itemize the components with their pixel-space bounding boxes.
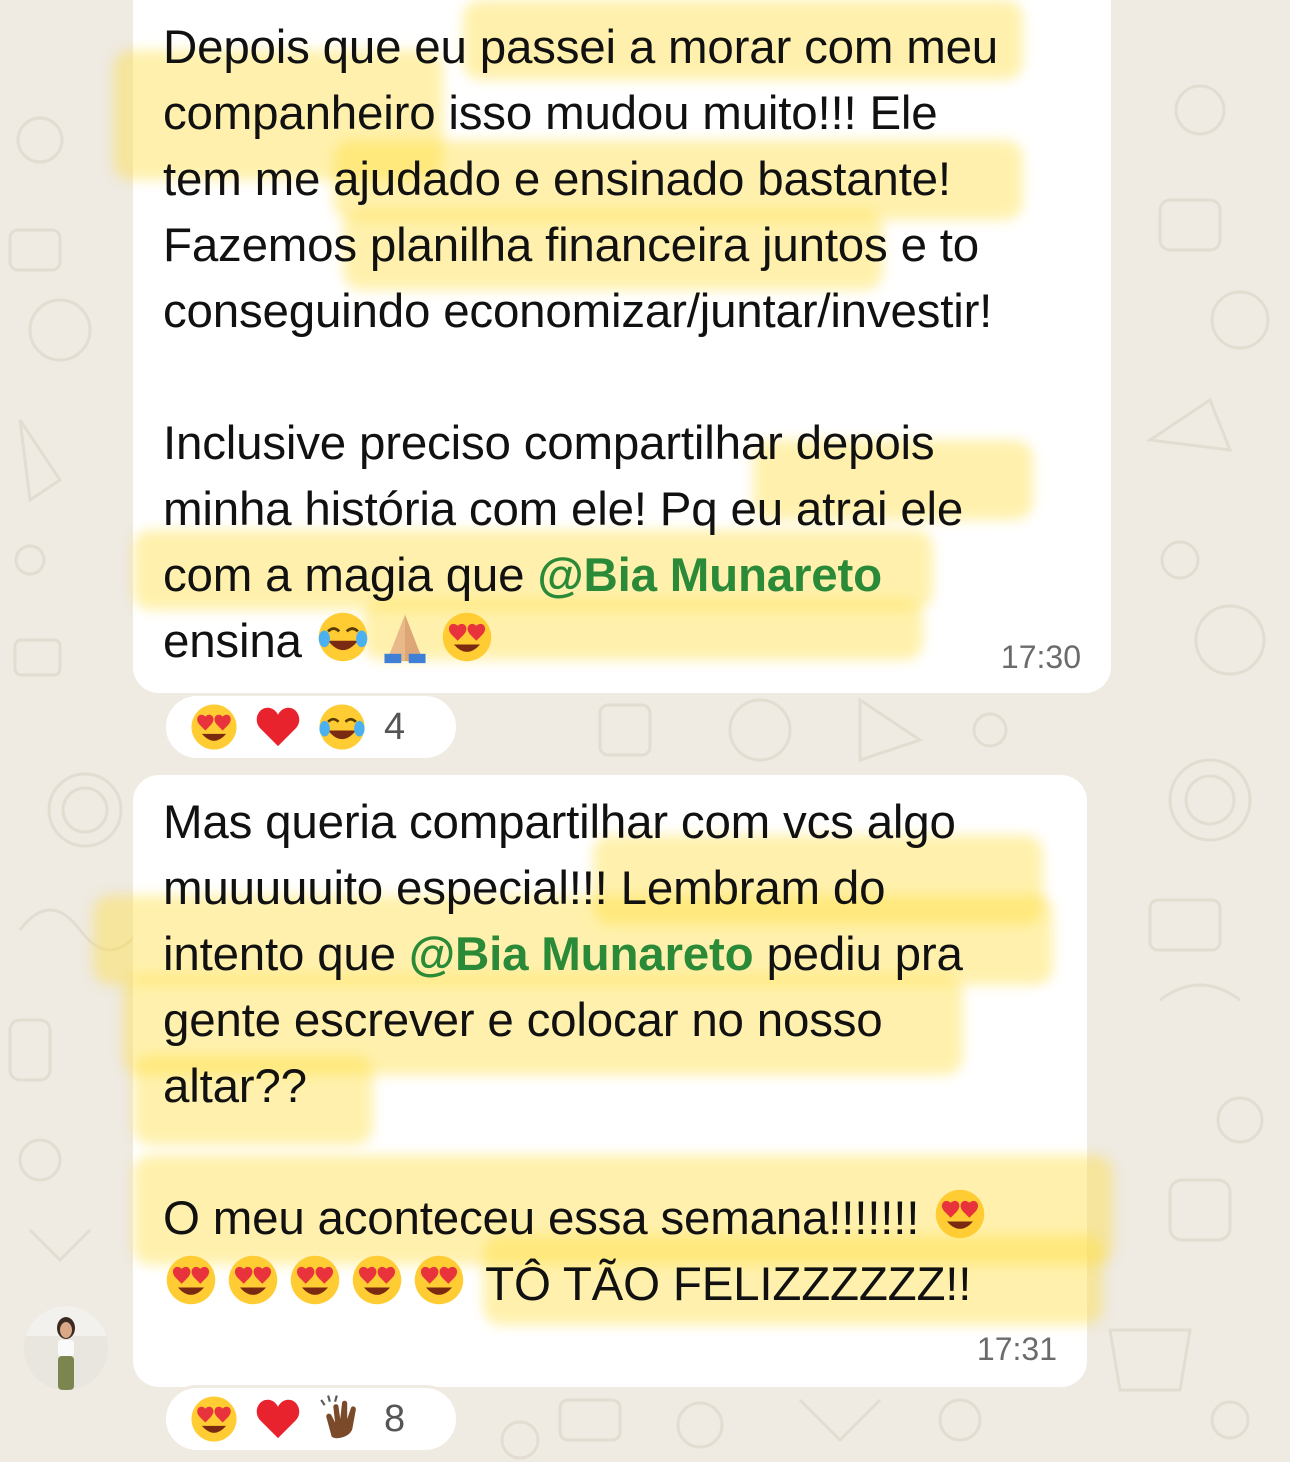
tears-of-joy-emoji xyxy=(316,701,368,753)
heart-eyes-emoji xyxy=(287,1252,343,1308)
red-heart-emoji xyxy=(252,1393,304,1445)
message-line: companheiro isso mudou muito!!! Ele xyxy=(163,87,938,140)
message-line: tem me ajudado e ensinado bastante! xyxy=(163,153,951,206)
tears-of-joy-emoji xyxy=(315,609,371,665)
message-text: Depois que eu passei a morar com meu com… xyxy=(163,15,998,675)
message-line: TÔ TÃO FELIZZZZZZ!! xyxy=(163,1252,994,1318)
mention-link[interactable]: @Bia Munareto xyxy=(537,549,882,602)
reactions-pill[interactable]: 8 xyxy=(163,1385,459,1453)
message-time: 17:30 xyxy=(1000,639,1081,675)
message-line: Fazemos planilha financeira juntos e to xyxy=(163,219,980,272)
folded-hands-emoji xyxy=(377,609,433,665)
message-line: Depois que eu passei a morar com meu xyxy=(163,21,999,74)
message-line: Mas queria compartilhar com vcs algo xyxy=(163,796,956,849)
message-line: gente escrever e colocar no nosso xyxy=(163,994,883,1047)
reaction-count: 8 xyxy=(384,1397,406,1440)
heart-eyes-emoji xyxy=(163,1252,219,1308)
reaction-count: 4 xyxy=(384,705,406,748)
red-heart-emoji xyxy=(252,701,304,753)
heart-eyes-emoji xyxy=(411,1252,467,1308)
message-line: Inclusive preciso compartilhar depois xyxy=(163,417,935,470)
mention-link[interactable]: @Bia Munareto xyxy=(409,928,754,981)
message-line-text: O meu aconteceu essa semana!!!!!!! xyxy=(163,1192,933,1245)
message-line: muuuuuito especial!!! Lembram do xyxy=(163,862,886,915)
heart-eyes-emoji xyxy=(932,1186,988,1242)
message-bubble[interactable]: Mas queria compartilhar com vcs algo muu… xyxy=(93,775,1113,1387)
sender-avatar[interactable] xyxy=(24,1306,108,1390)
message-line: O meu aconteceu essa semana!!!!!!! xyxy=(163,1186,994,1252)
message-line-text: com a magia que xyxy=(163,549,538,602)
heart-eyes-emoji xyxy=(225,1252,281,1308)
message-line: com a magia que @Bia Munareto xyxy=(163,543,998,609)
message-text: Mas queria compartilhar com vcs algo muu… xyxy=(163,790,994,1318)
heart-eyes-emoji xyxy=(188,1393,240,1445)
message-line-text: pediu pra xyxy=(753,928,963,981)
heart-eyes-emoji xyxy=(188,701,240,753)
message-line: conseguindo economizar/juntar/investir! xyxy=(163,285,993,338)
clapping-hands-emoji xyxy=(316,1393,368,1445)
heart-eyes-emoji xyxy=(439,609,495,665)
message-line: minha história com ele! Pq eu atrai ele xyxy=(163,483,964,536)
message-line: intento que @Bia Munareto pediu pra xyxy=(163,922,994,988)
message-time: 17:31 xyxy=(976,1331,1057,1367)
message-line-text: ensina xyxy=(163,615,315,668)
reactions-pill[interactable]: 4 xyxy=(163,693,459,761)
message-line-text: intento que xyxy=(163,928,409,981)
heart-eyes-emoji xyxy=(349,1252,405,1308)
message-line: altar?? xyxy=(163,1060,307,1113)
message-line: ensina xyxy=(163,609,998,675)
message-bubble[interactable]: Depois que eu passei a morar com meu com… xyxy=(113,0,1111,693)
message-line-text: TÔ TÃO FELIZZZZZZ!! xyxy=(473,1258,972,1311)
